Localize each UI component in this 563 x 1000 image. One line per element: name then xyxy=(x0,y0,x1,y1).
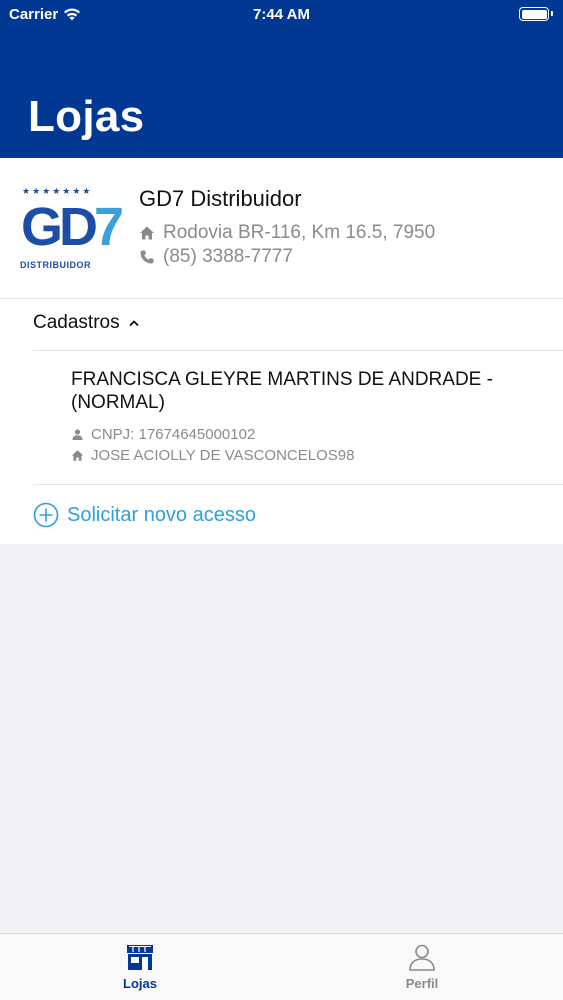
plus-circle-icon xyxy=(33,502,59,528)
logo-caption: DISTRIBUIDOR xyxy=(20,260,91,270)
nav-header: Carrier 7:44 AM Lojas xyxy=(0,0,563,158)
tab-lojas[interactable]: Lojas xyxy=(80,942,200,991)
registration-cnpj: CNPJ: 17674645000102 xyxy=(71,426,531,443)
store-phone: (85) 3388-7777 xyxy=(139,246,293,268)
home-icon xyxy=(71,450,84,461)
request-access-button[interactable]: Solicitar novo acesso xyxy=(33,502,256,528)
status-bar: Carrier 7:44 AM xyxy=(0,0,563,30)
chevron-up-icon xyxy=(128,320,139,327)
person-icon xyxy=(409,944,435,971)
registration-name: FRANCISCA GLEYRE MARTINS DE ANDRADE - (N… xyxy=(71,369,493,413)
logo-stars: ★★★★★★★ xyxy=(22,186,93,196)
store-icon xyxy=(127,945,153,970)
registrations-toggle[interactable]: Cadastros xyxy=(33,312,140,334)
phone-icon xyxy=(140,250,154,264)
store-logo: ★★★★★★★ GD7 DISTRIBUIDOR xyxy=(18,180,124,272)
registration-cnpj-text: CNPJ: 17674645000102 xyxy=(91,426,256,443)
registration-address-text: JOSE ACIOLLY DE VASCONCELOS98 xyxy=(91,447,355,464)
tab-bar: Lojas Perfil xyxy=(0,933,563,1000)
tab-perfil[interactable]: Perfil xyxy=(362,942,482,991)
page-title: Lojas xyxy=(28,92,145,141)
store-card[interactable]: ★★★★★★★ GD7 DISTRIBUIDOR GD7 Distribuido… xyxy=(0,158,563,298)
tab-lojas-label: Lojas xyxy=(123,976,157,991)
registration-address: JOSE ACIOLLY DE VASCONCELOS98 xyxy=(71,447,531,464)
store-name: GD7 Distribuidor xyxy=(139,186,302,211)
registrations-label: Cadastros xyxy=(33,312,120,333)
home-icon xyxy=(140,226,154,240)
battery-icon xyxy=(519,7,553,21)
tab-perfil-label: Perfil xyxy=(405,976,439,991)
divider xyxy=(0,298,563,299)
store-address: Rodovia BR-116, Km 16.5, 7950 xyxy=(139,222,435,244)
stores-list: ★★★★★★★ GD7 DISTRIBUIDOR GD7 Distribuido… xyxy=(0,158,563,544)
logo-wordmark: GD7 xyxy=(21,197,124,257)
divider xyxy=(33,350,563,351)
store-phone-text: (85) 3388-7777 xyxy=(163,246,293,267)
request-access-label: Solicitar novo acesso xyxy=(67,503,256,526)
registration-item[interactable]: FRANCISCA GLEYRE MARTINS DE ANDRADE - (N… xyxy=(71,368,531,464)
divider xyxy=(33,484,563,485)
person-icon xyxy=(72,429,83,440)
store-address-text: Rodovia BR-116, Km 16.5, 7950 xyxy=(163,222,436,243)
status-time: 7:44 AM xyxy=(253,6,310,23)
